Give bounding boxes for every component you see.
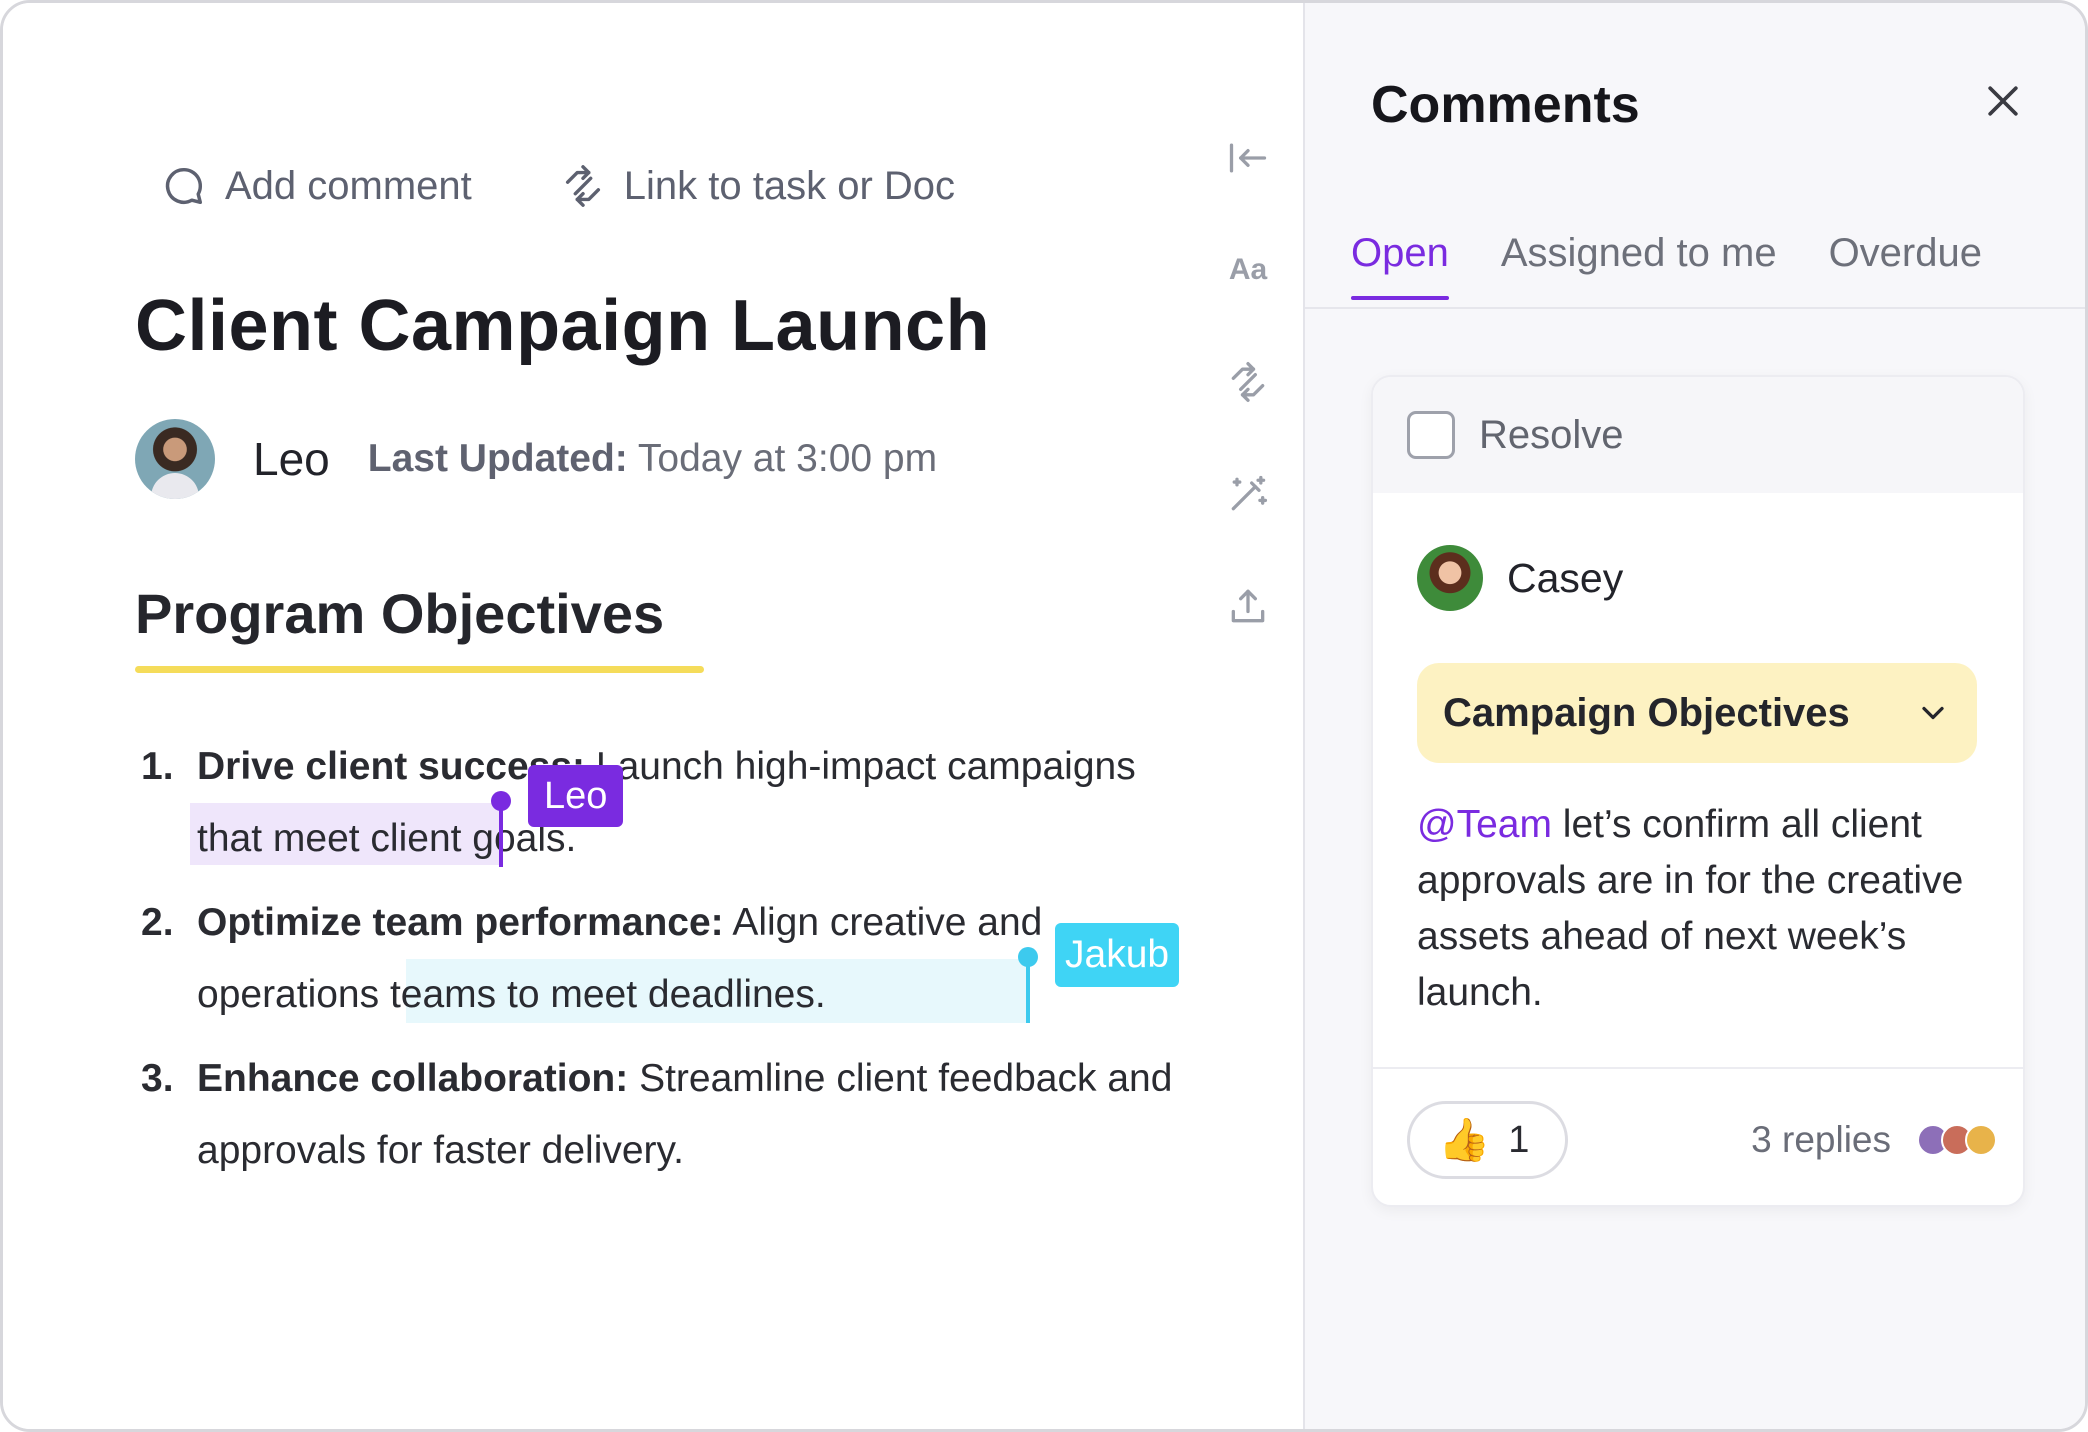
- section-underline: [135, 666, 704, 673]
- cursor-tag-jakub: Jakub: [1055, 923, 1180, 987]
- list-item[interactable]: 3. Enhance collaboration: Streamline cli…: [141, 1043, 1201, 1187]
- thumbs-up-icon: 👍: [1438, 1116, 1491, 1163]
- page-title: Client Campaign Launch: [135, 286, 991, 366]
- reaction-button[interactable]: 👍 1: [1407, 1101, 1569, 1179]
- comment-footer: 👍 1 3 replies: [1407, 1101, 1997, 1179]
- reply-avatars: [1917, 1124, 1997, 1156]
- chevron-down-icon: [1922, 706, 1944, 720]
- relation-button[interactable]: [1223, 357, 1273, 407]
- cursor-tag-leo: Leo: [528, 765, 624, 827]
- tab-overdue[interactable]: Overdue: [1829, 231, 1982, 300]
- document-area: Add comment Link to task or Doc Client C…: [3, 3, 1303, 1429]
- mention-link[interactable]: @Team: [1417, 803, 1552, 846]
- add-comment-label: Add comment: [225, 163, 472, 208]
- close-icon[interactable]: [1981, 79, 2025, 123]
- avatar[interactable]: [135, 419, 215, 499]
- add-comment-button[interactable]: Add comment: [161, 163, 472, 209]
- topic-dropdown[interactable]: Campaign Objectives: [1417, 663, 1977, 763]
- cursor-leo-dot: [491, 791, 511, 811]
- tab-assigned-to-me[interactable]: Assigned to me: [1501, 231, 1777, 300]
- comment-icon: [165, 167, 203, 205]
- list-number: 1.: [141, 745, 174, 788]
- magic-wand-icon: [1231, 475, 1268, 511]
- resolve-checkbox[interactable]: [1407, 411, 1455, 459]
- topic-label: Campaign Objectives: [1443, 690, 1850, 735]
- font-button[interactable]: Aa: [1223, 245, 1273, 295]
- relation-icon: [1231, 362, 1265, 402]
- objective-heading: Drive client success:: [197, 745, 586, 788]
- list-item[interactable]: 2. Optimize team performance: Align crea…: [141, 887, 1201, 1031]
- link-icon: [565, 165, 600, 207]
- link-task-label: Link to task or Doc: [623, 163, 956, 208]
- tabs-divider: [1305, 307, 2085, 309]
- upload-icon: [1231, 589, 1265, 623]
- objectives-list: 1. Drive client success: Launch high-imp…: [141, 731, 1201, 1187]
- list-item[interactable]: 1. Drive client success: Launch high-imp…: [141, 731, 1201, 875]
- last-updated-value: Today at 3:00 pm: [637, 437, 938, 480]
- last-updated: Last Updated: Today at 3:00 pm: [368, 437, 937, 481]
- comment-card: Resolve Casey Campaign Objectives @Team …: [1371, 375, 2025, 1207]
- replies-count: 3 replies: [1751, 1119, 1891, 1160]
- list-number: 2.: [141, 901, 174, 944]
- author-name: Leo: [253, 433, 330, 485]
- cursor-jakub-dot: [1018, 947, 1038, 967]
- comment-tabs: Open Assigned to me Overdue: [1351, 231, 1982, 300]
- doc-toolbar: Add comment Link to task or Doc: [161, 163, 955, 209]
- commenter-name: Casey: [1507, 554, 1624, 601]
- collapse-icon: [1229, 143, 1267, 173]
- tab-open[interactable]: Open: [1351, 231, 1449, 300]
- last-updated-label: Last Updated:: [367, 437, 628, 480]
- avatar[interactable]: [1417, 545, 1483, 611]
- panel-title: Comments: [1371, 76, 1640, 134]
- section-title: Program Objectives: [135, 582, 665, 645]
- resolve-label: Resolve: [1479, 412, 1624, 457]
- link-task-button[interactable]: Link to task or Doc: [560, 163, 955, 209]
- objective-heading: Enhance collaboration:: [197, 1057, 629, 1100]
- author-row: Leo Last Updated: Today at 3:00 pm: [135, 419, 937, 499]
- replies-link[interactable]: 3 replies: [1751, 1119, 1997, 1161]
- comment-card-header: Resolve: [1373, 377, 2023, 493]
- reaction-count: 1: [1508, 1118, 1530, 1161]
- commenter-row: Casey: [1417, 545, 1623, 611]
- app-frame: Add comment Link to task or Doc Client C…: [0, 0, 2088, 1432]
- avatar: [1965, 1124, 1997, 1156]
- list-number: 3.: [141, 1057, 174, 1100]
- ai-button[interactable]: [1223, 469, 1273, 519]
- card-divider: [1373, 1067, 2023, 1069]
- font-icon: Aa: [1228, 253, 1268, 286]
- share-button[interactable]: [1223, 581, 1273, 631]
- comment-text: @Team let’s confirm all client approvals…: [1417, 797, 1997, 1021]
- collapse-button[interactable]: [1223, 133, 1273, 183]
- comments-panel: Comments Open Assigned to me Overdue Res…: [1303, 3, 2085, 1429]
- objective-heading: Optimize team performance:: [197, 901, 724, 944]
